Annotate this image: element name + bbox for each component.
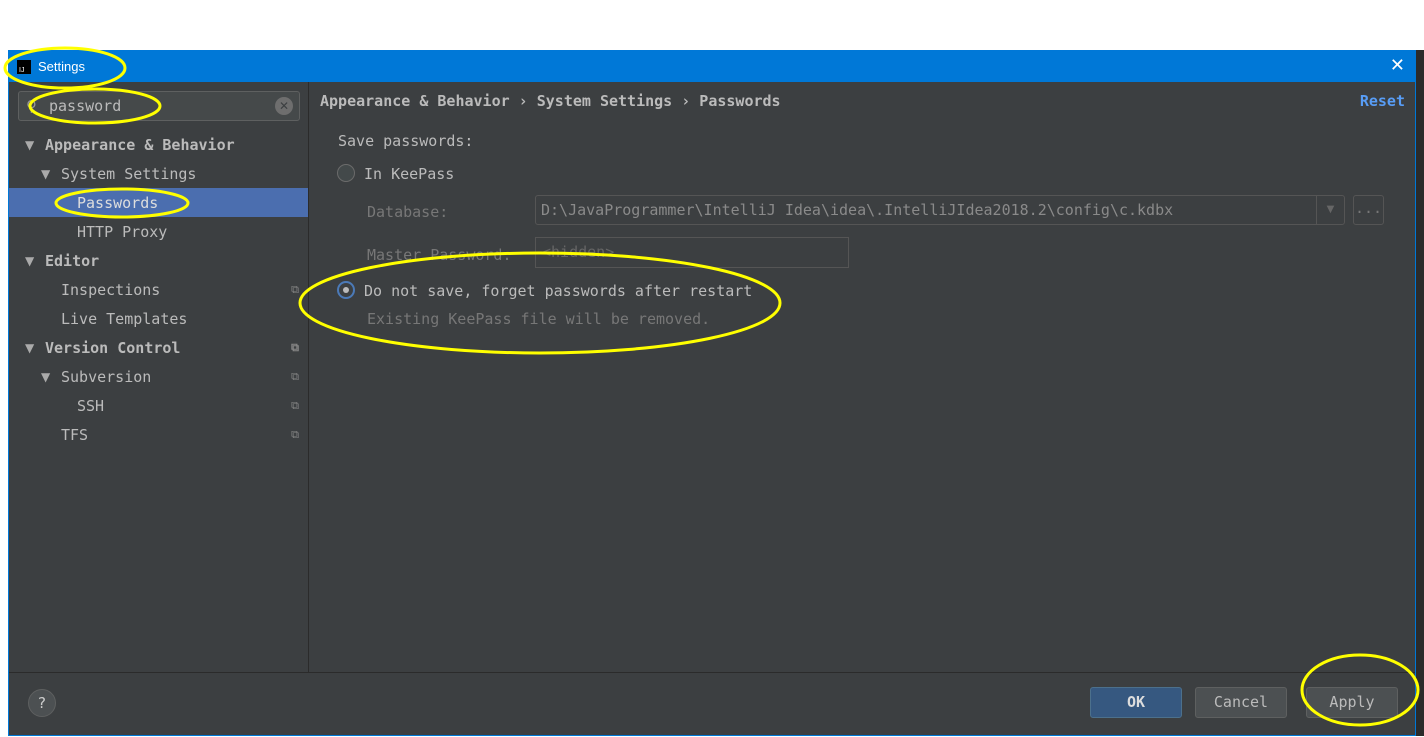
sidebar: ⚲ ✕ ▼ Appearance & Behavior ▼ System Settin… [9, 82, 309, 672]
master-password-label: Master Password: [367, 246, 512, 264]
search-input[interactable] [49, 97, 249, 115]
tree-item[interactable]: Passwords [9, 188, 308, 217]
main-panel: Appearance & Behavior › System Settings … [310, 82, 1415, 672]
project-settings-icon: ⧉ [291, 427, 299, 441]
database-combo[interactable]: D:\JavaProgrammer\IntelliJ Idea\idea\.In… [535, 195, 1345, 225]
close-icon[interactable]: ✕ [1390, 55, 1405, 76]
keepass-label[interactable]: In KeePass [364, 165, 454, 183]
intellij-logo-icon: IJ [17, 59, 31, 74]
breadcrumb: Appearance & Behavior › System Settings … [320, 92, 781, 110]
settings-dialog: IJ Settings ✕ ⚲ ✕ ▼ Appearance & Behavior… [8, 50, 1416, 736]
settings-tree: ▼ Appearance & Behavior ▼ System Settings Pa… [9, 130, 308, 449]
title-bar: IJ Settings ✕ [9, 51, 1415, 82]
tree-item-label: Live Templates [61, 309, 188, 328]
expand-arrow-icon[interactable]: ▼ [25, 138, 41, 152]
tree-item-label: Subversion [61, 367, 152, 386]
master-password-field[interactable]: <hidden> [535, 237, 849, 268]
search-field[interactable]: ⚲ ✕ [18, 91, 300, 121]
project-settings-icon: ⧉ [291, 398, 299, 412]
expand-arrow-icon[interactable]: ▼ [41, 167, 57, 181]
tree-item[interactable]: ▼ Appearance & Behavior [9, 130, 308, 159]
do-not-save-radio[interactable] [337, 281, 355, 299]
database-value: D:\JavaProgrammer\IntelliJ Idea\idea\.In… [541, 201, 1174, 219]
database-label: Database: [367, 203, 449, 221]
apply-button[interactable]: Apply [1306, 687, 1398, 718]
search-icon: ⚲ [26, 97, 37, 115]
do-not-save-note: Existing KeePass file will be removed. [367, 310, 711, 328]
background-window [1416, 50, 1424, 736]
tree-item-label: System Settings [61, 164, 197, 183]
reset-link[interactable]: Reset [1360, 92, 1405, 110]
help-button[interactable]: ? [28, 689, 56, 717]
project-settings-icon: ⧉ [291, 340, 299, 354]
tree-item[interactable]: ▼ System Settings [9, 159, 308, 188]
tree-item-label: Editor [45, 251, 100, 270]
tree-item[interactable]: ▼ Version Control ⧉ [9, 333, 308, 362]
cancel-button[interactable]: Cancel [1195, 687, 1287, 718]
tree-item[interactable]: ▼ Subversion ⧉ [9, 362, 308, 391]
tree-item[interactable]: ▼ Editor [9, 246, 308, 275]
do-not-save-label[interactable]: Do not save, forget passwords after rest… [364, 282, 752, 300]
expand-arrow-icon[interactable]: ▼ [25, 341, 41, 355]
tree-item-label: Inspections [61, 280, 161, 299]
ok-button[interactable]: OK [1090, 687, 1182, 718]
project-settings-icon: ⧉ [291, 369, 299, 383]
tree-item-label: TFS [61, 425, 89, 444]
tree-item-label: Passwords [77, 193, 159, 212]
tree-item[interactable]: SSH ⧉ [9, 391, 308, 420]
tree-item-label: Version Control [45, 338, 181, 357]
save-passwords-label: Save passwords: [338, 132, 474, 150]
project-settings-icon: ⧉ [291, 282, 299, 296]
chevron-down-icon[interactable]: ▼ [1316, 196, 1344, 224]
browse-button[interactable]: ... [1353, 195, 1384, 225]
tree-item-label: HTTP Proxy [77, 222, 168, 241]
window-title: Settings [38, 59, 85, 74]
expand-arrow-icon[interactable]: ▼ [41, 370, 57, 384]
tree-item-label: Appearance & Behavior [45, 135, 235, 154]
tree-item[interactable]: HTTP Proxy [9, 217, 308, 246]
tree-item[interactable]: TFS ⧉ [9, 420, 308, 449]
keepass-radio[interactable] [337, 164, 355, 182]
tree-item[interactable]: Inspections ⧉ [9, 275, 308, 304]
tree-item-label: SSH [77, 396, 105, 415]
tree-item[interactable]: Live Templates [9, 304, 308, 333]
clear-search-icon[interactable]: ✕ [275, 97, 293, 115]
footer: ? OK Cancel Apply [9, 672, 1415, 737]
expand-arrow-icon[interactable]: ▼ [25, 254, 41, 268]
